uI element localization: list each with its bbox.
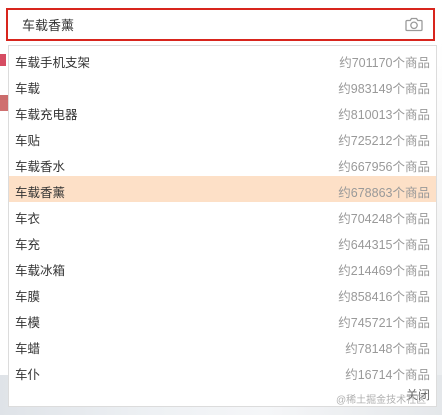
suggestion-item[interactable]: 车载 约983149个商品 [9, 72, 436, 98]
suggestion-item[interactable]: 车贴 约725212个商品 [9, 124, 436, 150]
suggestion-term: 车载充电器 [15, 108, 78, 122]
suggestion-term: 车载 [15, 82, 41, 96]
camera-icon[interactable] [405, 16, 423, 32]
suggestion-item[interactable]: 车载冰箱 约214469个商品 [9, 254, 436, 280]
suggestion-item[interactable]: 车载香薰 约678863个商品 [9, 176, 436, 202]
suggestion-term: 车载冰箱 [15, 264, 66, 278]
suggestion-count: 约701170个商品 [339, 56, 430, 70]
suggestion-count: 约983149个商品 [338, 82, 430, 96]
suggestion-item[interactable]: 车模 约745721个商品 [9, 306, 436, 332]
suggestion-term: 车充 [15, 238, 41, 252]
suggestion-item[interactable]: 车衣 约704248个商品 [9, 202, 436, 228]
suggestion-item[interactable]: 车载充电器 约810013个商品 [9, 98, 436, 124]
suggestion-count: 约858416个商品 [338, 290, 430, 304]
suggestion-term: 车载香薰 [15, 186, 66, 200]
suggestion-count: 约810013个商品 [338, 108, 430, 122]
suggestion-term: 车贴 [15, 134, 41, 148]
suggestion-term: 车衣 [15, 212, 41, 226]
suggestion-term: 车载香水 [15, 160, 66, 174]
search-input[interactable] [22, 10, 382, 39]
suggestion-term: 车仆 [15, 368, 41, 382]
suggestion-dropdown: 车载手机支架 约701170个商品车载 约983149个商品车载充电器 约810013… [8, 45, 437, 407]
suggestion-count: 约667956个商品 [338, 160, 430, 174]
suggestion-term: 车膜 [15, 290, 41, 304]
suggestion-term: 车蜡 [15, 342, 41, 356]
suggestion-item[interactable]: 车载手机支架 约701170个商品 [9, 46, 436, 72]
background-text-fragment [0, 95, 8, 111]
suggestion-term: 车载手机支架 [15, 56, 91, 70]
suggestion-count: 约678863个商品 [338, 186, 430, 200]
suggestion-count: 约16714个商品 [345, 368, 430, 382]
suggestion-count: 约644315个商品 [338, 238, 430, 252]
suggestion-count: 约725212个商品 [338, 134, 430, 148]
suggestion-item[interactable]: 车充 约644315个商品 [9, 228, 436, 254]
watermark: @稀土掘金技术社区 [336, 395, 427, 406]
suggestion-count: 约78148个商品 [345, 342, 430, 356]
suggestion-item[interactable]: 车膜 约858416个商品 [9, 280, 436, 306]
suggestion-term: 车模 [15, 316, 41, 330]
search-box [6, 8, 435, 41]
suggestion-item[interactable]: 车仆 约16714个商品 [9, 358, 436, 384]
suggestion-item[interactable]: 车载香水 约667956个商品 [9, 150, 436, 176]
suggestion-count: 约745721个商品 [338, 316, 430, 330]
suggestion-count: 约214469个商品 [338, 264, 430, 278]
background-logo-fragment [0, 54, 6, 66]
suggestion-item[interactable]: 车蜡 约78148个商品 [9, 332, 436, 358]
suggestion-count: 约704248个商品 [338, 212, 430, 226]
